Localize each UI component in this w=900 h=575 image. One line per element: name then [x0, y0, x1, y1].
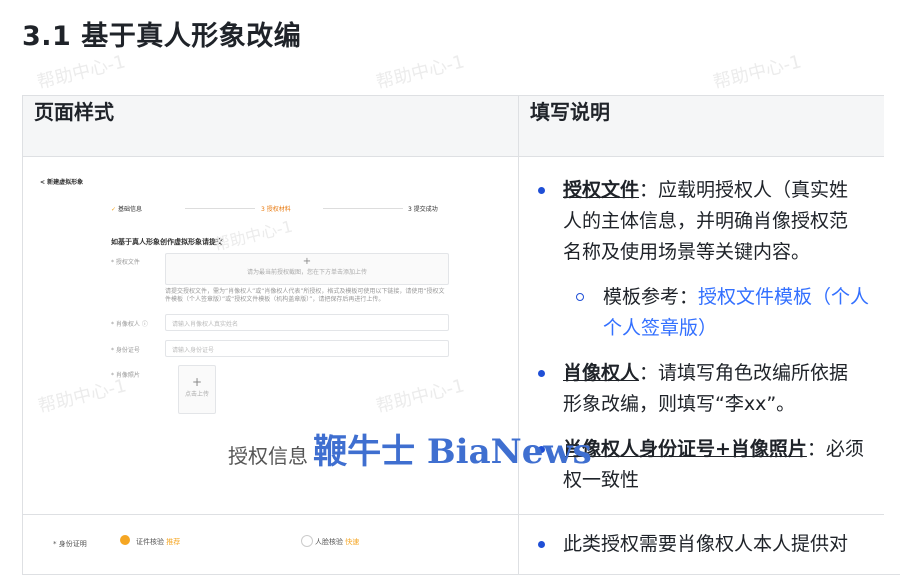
step-2: 3 授权材料	[261, 204, 291, 213]
back-title[interactable]: < 新建虚拟形象	[40, 177, 83, 186]
sub-list-item: 模板参考：授权文件模板（个人 个人签章版）	[533, 282, 900, 344]
bianews-logo: 鞭牛士 BiaNews	[313, 432, 592, 472]
option-face[interactable]: 人脸核验 快速	[315, 537, 359, 547]
auth-file-upload[interactable]: + 请为最当前授权截图，您在下方单击添加上传	[165, 253, 449, 285]
form-screenshot-row2: * 身份证明 证件核验 推荐 人脸核验 快速	[23, 515, 518, 555]
portrait-label: * 肖像权人 ⓘ	[111, 319, 148, 328]
watermark: 帮助中心-1	[373, 372, 467, 419]
column-header-style: 页面样式	[23, 96, 519, 157]
row2-label: * 身份证明	[53, 539, 87, 549]
list-item: 此类授权需要肖像权人本人提供对	[533, 529, 900, 560]
step-divider	[323, 208, 403, 209]
watermark: 帮助中心-1	[710, 48, 804, 95]
section-title: 如基于真人形象创作虚拟形象请提交	[111, 237, 223, 247]
watermark: 帮助中心-1	[34, 48, 128, 95]
plus-icon: +	[166, 256, 448, 267]
overlay-caption: 授权信息 鞭牛士 BiaNews	[228, 424, 592, 473]
instruction-table: 页面样式 填写说明 < 新建虚拟形象 ✓ 基础信息 3 授权材料 3 提交成功 …	[22, 95, 900, 575]
portrait-input[interactable]: 请输入肖像权人真实姓名	[165, 314, 449, 331]
scroll-clip	[884, 95, 900, 555]
auth-note: 请提交授权文件，需为“肖像权人”或“肖像权人代表”所授权，格式及模板可使用以下链…	[165, 288, 449, 304]
id-label: * 身份证号	[111, 345, 140, 354]
upload-label: 点击上传	[179, 389, 215, 398]
list-item: 肖像权人：请填写角色改编所依据 形象改编，则填写“李xx”。	[533, 358, 900, 420]
list-item: 授权文件：应载明授权人（真实姓 人的主体信息，并明确肖像授权范 名称及使用场景等…	[533, 175, 900, 268]
step-1: ✓ 基础信息	[111, 204, 142, 213]
id-input[interactable]: 请输入身份证号	[165, 340, 449, 357]
photo-upload[interactable]: + 点击上传	[178, 365, 216, 414]
upload-hint: 请为最当前授权截图，您在下方单击添加上传	[166, 267, 448, 276]
template-link[interactable]: 个人签章版）	[603, 317, 717, 339]
radio-icon[interactable]	[301, 535, 313, 547]
option-document[interactable]: 证件核验 推荐	[136, 537, 180, 547]
column-header-description: 填写说明	[519, 96, 900, 157]
plus-icon: +	[179, 375, 215, 389]
photo-label: * 肖像照片	[111, 370, 140, 379]
radio-checked-icon[interactable]	[120, 535, 130, 545]
watermark: 帮助中心-1	[211, 213, 294, 256]
auth-file-label: * 授权文件	[111, 257, 140, 266]
watermark: 帮助中心-1	[373, 48, 467, 95]
step-3: 3 提交成功	[408, 204, 438, 213]
page-title: 3.1 基于真人形象改编	[22, 14, 301, 53]
template-link[interactable]: 授权文件模板（个人	[698, 286, 869, 308]
step-divider	[185, 208, 255, 209]
